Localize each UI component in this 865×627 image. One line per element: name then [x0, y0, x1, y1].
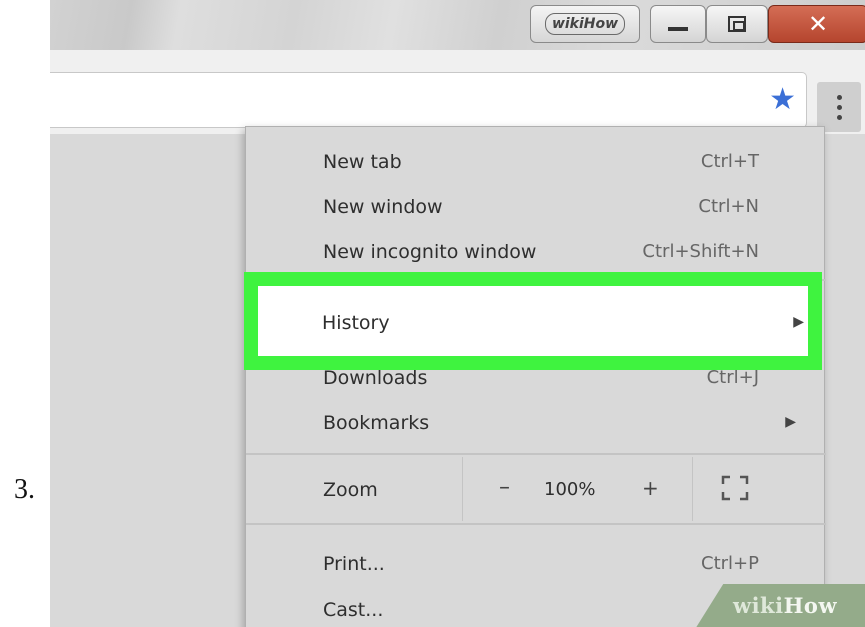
close-icon: ✕ — [807, 10, 829, 38]
submenu-arrow-icon: ▶ — [785, 414, 796, 430]
maximize-button[interactable] — [706, 5, 768, 43]
brand-label: wikiHow — [544, 13, 626, 35]
menu-item-label: Downloads — [323, 367, 428, 389]
minimize-icon — [668, 27, 688, 31]
zoom-row: Zoom – 100% + — [246, 457, 826, 521]
zoom-label: Zoom — [323, 479, 378, 501]
menu-item-bookmarks[interactable]: Bookmarks ▶ — [246, 398, 826, 448]
fullscreen-icon[interactable] — [721, 475, 749, 501]
menu-item-label: New incognito window — [323, 241, 537, 263]
menu-item-shortcut: Ctrl+P — [701, 553, 759, 574]
menu-separator — [246, 523, 826, 525]
menu-item-new-window[interactable]: New window Ctrl+N — [246, 182, 826, 232]
menu-item-label: History — [322, 312, 390, 334]
zoom-out-button[interactable]: – — [499, 475, 510, 500]
menu-item-new-incognito-window[interactable]: New incognito window Ctrl+Shift+N — [246, 227, 826, 277]
menu-item-new-tab[interactable]: New tab Ctrl+T — [246, 137, 826, 187]
menu-item-shortcut: Ctrl+Shift+N — [642, 241, 759, 262]
watermark-part1: wiki — [733, 593, 784, 618]
menu-item-shortcut: Ctrl+N — [698, 196, 759, 217]
title-bar: wikiHow ✕ — [50, 0, 865, 50]
menu-separator — [246, 453, 826, 455]
watermark-logo: wikiHow — [733, 593, 837, 618]
toolbar: ★ — [50, 50, 865, 134]
zoom-divider — [462, 457, 463, 521]
step-number: 3. — [14, 474, 35, 505]
submenu-arrow-icon: ▶ — [793, 314, 804, 330]
menu-dot-icon — [836, 114, 842, 120]
zoom-in-button[interactable]: + — [642, 476, 659, 500]
highlight-box: History ▶ — [244, 272, 822, 370]
zoom-divider — [692, 457, 693, 521]
menu-item-label: Bookmarks — [323, 412, 430, 434]
menu-item-shortcut: Ctrl+T — [700, 151, 759, 172]
menu-item-label: Cast... — [323, 599, 384, 621]
menu-dot-icon — [836, 104, 842, 110]
watermark-part2: How — [783, 593, 838, 618]
chrome-main-menu: New tab Ctrl+T New window Ctrl+N New inc… — [245, 126, 826, 627]
menu-item-label: New window — [323, 196, 443, 218]
menu-item-label: New tab — [323, 151, 402, 173]
menu-item-print[interactable]: Print... Ctrl+P — [246, 539, 826, 589]
menu-dot-icon — [836, 94, 842, 100]
minimize-button[interactable] — [650, 5, 706, 43]
close-button[interactable]: ✕ — [768, 5, 865, 43]
address-bar[interactable]: ★ — [50, 72, 807, 128]
menu-item-shortcut: Ctrl+J — [706, 367, 759, 388]
menu-item-history[interactable]: History ▶ — [258, 286, 808, 356]
bookmark-star-icon[interactable]: ★ — [769, 81, 796, 119]
restore-icon — [728, 16, 746, 32]
brand-badge: wikiHow — [530, 5, 640, 43]
zoom-level: 100% — [544, 479, 596, 500]
menu-item-label: Print... — [323, 553, 385, 575]
three-dot-menu-button[interactable] — [817, 82, 861, 132]
